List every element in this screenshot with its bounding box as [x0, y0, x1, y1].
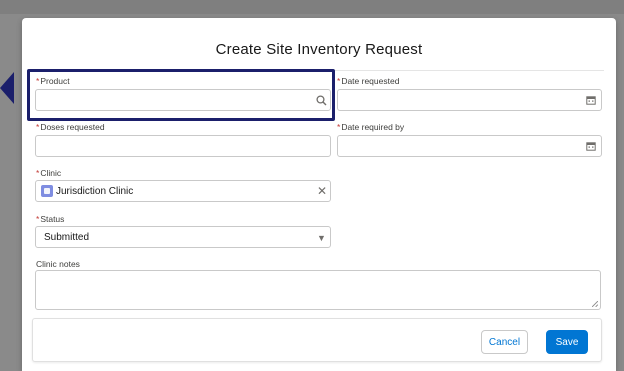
required-mark: * [337, 122, 341, 132]
doses-requested-label-text: Doses requested [40, 122, 105, 132]
date-required-by-label-text: Date required by [341, 122, 405, 132]
clinic-record-icon [41, 185, 53, 197]
caret-down-icon: ▼ [317, 233, 326, 243]
clinic-notes-textarea[interactable] [35, 270, 601, 310]
date-requested-label-text: Date requested [341, 76, 400, 86]
save-button[interactable]: Save [546, 330, 588, 354]
calendar-icon[interactable] [586, 95, 596, 105]
status-value: Submitted [44, 232, 90, 243]
resize-handle-icon[interactable] [592, 301, 598, 307]
modal-footer: Cancel Save [32, 318, 602, 362]
required-mark: * [337, 76, 341, 86]
doses-requested-label: *Doses requested [36, 122, 105, 132]
calendar-icon[interactable] [586, 141, 596, 151]
status-select[interactable]: Submitted ▼ [35, 226, 331, 248]
highlight-pointer [0, 72, 14, 104]
product-field-highlight [27, 69, 335, 121]
date-requested-input[interactable] [337, 89, 602, 111]
close-icon[interactable]: ✕ [317, 185, 327, 197]
status-label-text: Status [40, 214, 65, 224]
doses-requested-input[interactable] [35, 135, 331, 157]
clinic-lookup-input[interactable]: Jurisdiction Clinic ✕ [35, 180, 331, 202]
modal-title: Create Site Inventory Request [215, 41, 423, 58]
clinic-label: *Clinic [36, 168, 61, 178]
date-requested-label: *Date requested [337, 76, 399, 86]
backdrop [0, 0, 624, 14]
required-mark: * [36, 122, 40, 132]
date-required-by-label: *Date required by [337, 122, 404, 132]
required-mark: * [36, 214, 40, 224]
cancel-button[interactable]: Cancel [481, 330, 528, 354]
clinic-label-text: Clinic [40, 168, 62, 178]
clinic-notes-label: Clinic notes [36, 259, 80, 269]
status-label: *Status [36, 214, 64, 224]
clinic-value: Jurisdiction Clinic [56, 186, 134, 197]
date-required-by-input[interactable] [337, 135, 602, 157]
required-mark: * [36, 168, 40, 178]
